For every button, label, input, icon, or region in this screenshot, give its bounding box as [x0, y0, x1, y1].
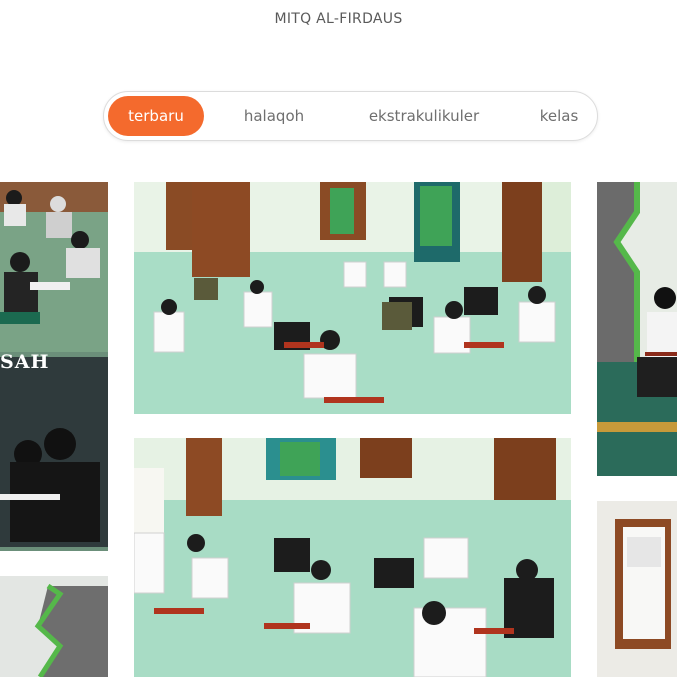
- classroom-exam-image: [134, 182, 571, 414]
- tab-halaqoh[interactable]: halaqoh: [224, 96, 324, 136]
- tab-kelas[interactable]: kelas: [524, 96, 594, 136]
- category-tabs: terbaru halaqoh ekstrakulikuler kelas: [103, 91, 598, 141]
- gallery-photo-center-bottom[interactable]: [134, 438, 571, 677]
- site-title: MITQ AL-FIRDAUS: [274, 11, 403, 27]
- tab-terbaru[interactable]: terbaru: [108, 96, 204, 136]
- gallery-photo-center-top[interactable]: [134, 182, 571, 414]
- classroom-exam-image-2: [134, 438, 571, 677]
- tab-ekstrakulikuler[interactable]: ekstrakulikuler: [354, 96, 494, 136]
- student-reading-image: [597, 182, 677, 476]
- gallery-photo-right-bottom[interactable]: [597, 501, 677, 677]
- gallery-photo-left-bottom[interactable]: [0, 576, 108, 677]
- arch-wall-image: [0, 576, 108, 677]
- overlay-text-sah: SAH: [0, 351, 50, 373]
- gallery-photo-right-top[interactable]: [597, 182, 677, 476]
- window-wall-image: [597, 501, 677, 677]
